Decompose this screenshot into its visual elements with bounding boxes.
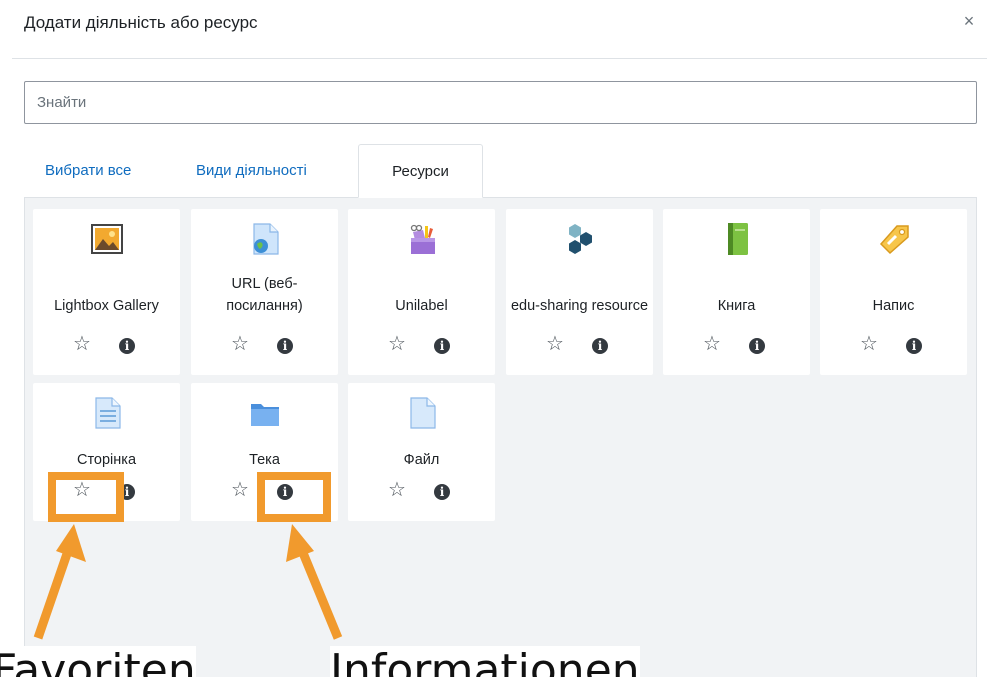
module-card-url[interactable]: URL (веб-посилання) ☆ i — [191, 209, 338, 375]
module-label: Unilabel — [395, 298, 448, 314]
module-label: Lightbox Gallery — [54, 298, 159, 314]
tab-resources[interactable]: Ресурси — [358, 144, 483, 198]
module-card-file[interactable]: Файл ☆ i — [348, 383, 495, 521]
star-icon[interactable]: ☆ — [229, 332, 251, 356]
folder-icon — [250, 404, 279, 426]
star-icon[interactable]: ☆ — [386, 332, 408, 356]
star-icon[interactable]: ☆ — [858, 332, 880, 356]
module-card-edu-sharing[interactable]: edu-sharing resource ☆ i — [506, 209, 653, 375]
image-gallery-icon — [90, 224, 123, 254]
star-icon[interactable]: ☆ — [544, 332, 566, 356]
info-icon[interactable]: i — [277, 338, 293, 354]
favorites-annotation-label: Favoriten — [0, 646, 196, 677]
header-divider — [12, 58, 987, 59]
module-label: edu-sharing resource — [510, 298, 649, 314]
info-icon[interactable]: i — [749, 338, 765, 354]
star-icon[interactable]: ☆ — [229, 478, 251, 502]
file-icon — [409, 397, 436, 429]
module-label: Напис — [872, 298, 915, 314]
module-card-unilabel[interactable]: Unilabel ☆ i — [348, 209, 495, 375]
star-icon[interactable]: ☆ — [71, 332, 93, 356]
module-label: URL (веб-посилання) — [226, 276, 303, 314]
module-label: Файл — [403, 452, 440, 468]
label-tag-icon — [879, 225, 909, 255]
info-highlight-box — [257, 472, 331, 522]
module-card-label[interactable]: Напис ☆ i — [820, 209, 967, 375]
book-icon — [727, 223, 748, 255]
favorite-highlight-box — [48, 472, 124, 522]
module-label: Сторінка — [76, 452, 137, 468]
module-card-book[interactable]: Книга ☆ i — [663, 209, 810, 375]
info-icon[interactable]: i — [119, 338, 135, 354]
module-label: Тека — [249, 452, 280, 468]
unilabel-icon — [410, 224, 435, 254]
module-label: Книга — [717, 298, 756, 314]
edu-sharing-icon — [568, 224, 592, 254]
page-icon — [94, 397, 121, 429]
star-icon[interactable]: ☆ — [701, 332, 723, 356]
info-icon[interactable]: i — [434, 338, 450, 354]
info-icon[interactable]: i — [906, 338, 922, 354]
search-input[interactable] — [24, 81, 977, 124]
info-icon[interactable]: i — [592, 338, 608, 354]
info-icon[interactable]: i — [434, 484, 450, 500]
modal-title: Додати діяльність або ресурс — [24, 13, 258, 32]
tab-activities[interactable]: Види діяльності — [196, 144, 307, 198]
close-icon[interactable]: × — [958, 10, 980, 32]
star-icon[interactable]: ☆ — [386, 478, 408, 502]
url-link-icon — [252, 223, 279, 255]
information-annotation-label: Informationen — [330, 646, 640, 677]
tab-all[interactable]: Вибрати все — [45, 144, 131, 198]
module-card-lightbox-gallery[interactable]: Lightbox Gallery ☆ i — [33, 209, 180, 375]
